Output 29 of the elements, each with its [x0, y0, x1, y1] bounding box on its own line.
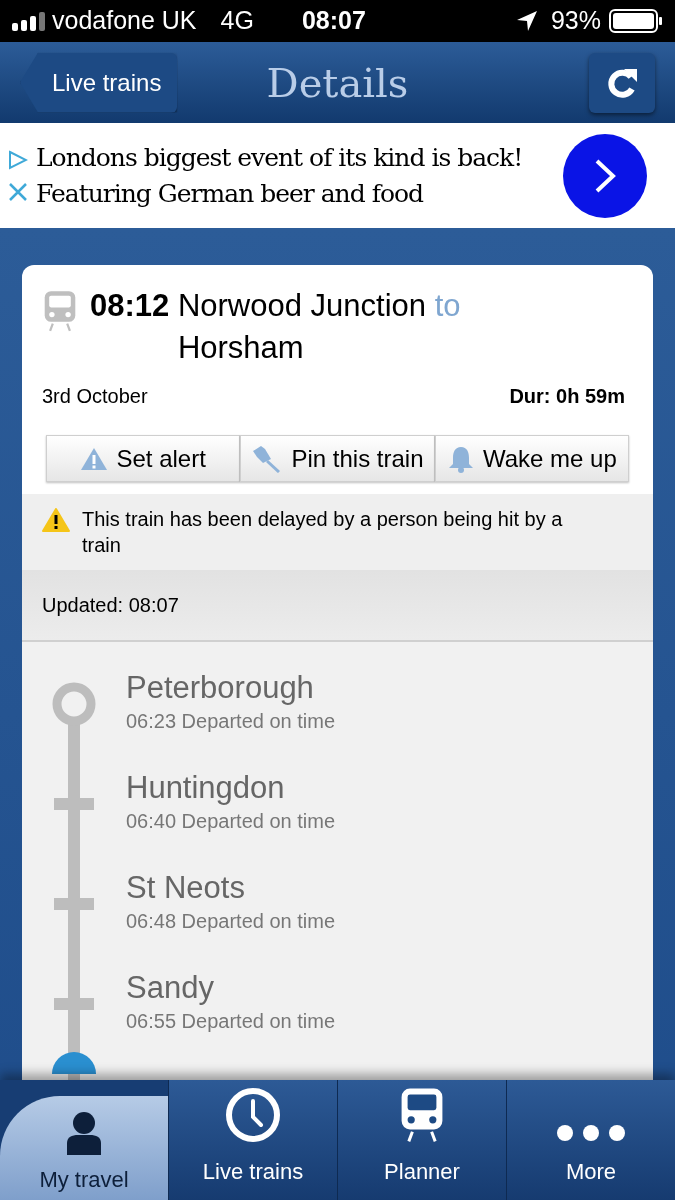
station-name: St Neots	[126, 870, 246, 906]
station-status: 06:40 Departed on time	[126, 809, 336, 834]
station-status: 06:48 Departed on time	[126, 909, 336, 934]
battery-percentage: 93%	[550, 5, 601, 37]
station-status: 06:23 Departed on time	[126, 709, 336, 734]
action-button[interactable]: Wake me up	[434, 435, 629, 482]
tab[interactable]: More	[506, 1080, 675, 1200]
clock-time: 08:07	[301, 5, 366, 37]
page-title: Details	[266, 58, 409, 108]
action-button[interactable]: Pin this train	[240, 435, 435, 482]
journey-duration: Dur: 0h 59m	[509, 384, 626, 409]
train-date: 3rd October	[42, 384, 148, 409]
action-button[interactable]: Set alert	[46, 435, 241, 482]
carrier-name: vodafone UK	[52, 5, 197, 37]
train-route: Norwood Junction to Horsham	[177, 287, 462, 367]
station-name: Sandy	[126, 970, 215, 1006]
updated-time: Updated: 08:07	[42, 593, 179, 618]
station-status: 06:55 Departed on time	[126, 1009, 336, 1034]
station-name: Huntingdon	[126, 770, 286, 806]
back-button[interactable]: Live trains	[20, 52, 178, 113]
network-type: 4G	[220, 5, 254, 37]
tab[interactable]: Live trains	[168, 1080, 337, 1200]
station-name: Peterborough	[126, 670, 315, 706]
ad-banner[interactable]: Londons biggest event of its kind is back! Featuring German beer and food	[0, 123, 675, 228]
ad-text: Londons biggest event of its kind is back! Featuring German beer and food	[36, 141, 524, 210]
tab[interactable]: Planner	[337, 1080, 506, 1200]
tab[interactable]: My travel	[0, 1096, 168, 1200]
train-time: 08:12	[90, 288, 170, 323]
notice-text: This train has been delayed by a person being hit by a train	[82, 507, 564, 558]
